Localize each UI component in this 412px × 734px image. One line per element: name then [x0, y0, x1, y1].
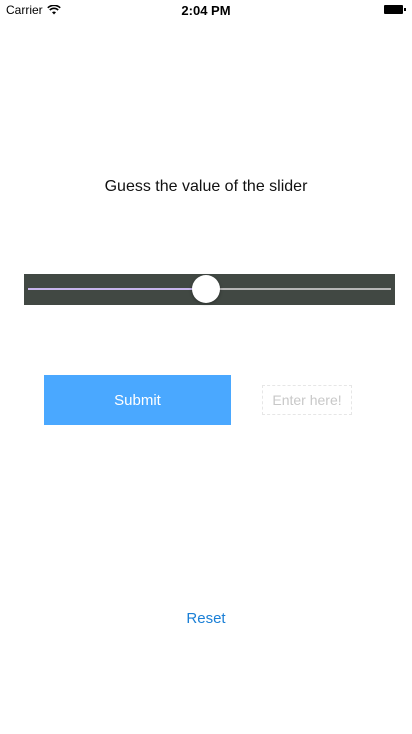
status-time: 2:04 PM — [181, 3, 231, 18]
slider-minimum-track — [28, 288, 207, 290]
value-slider[interactable] — [24, 274, 395, 305]
reset-button[interactable]: Reset — [0, 610, 412, 627]
app-screen: Carrier 2:04 PM Guess the value of the s… — [0, 0, 412, 734]
guess-input[interactable] — [262, 385, 352, 415]
battery-icon — [384, 5, 406, 14]
slider-maximum-track — [206, 288, 391, 290]
submit-button[interactable]: Submit — [44, 375, 231, 425]
status-bar: Carrier 2:04 PM — [0, 0, 412, 20]
slider-thumb[interactable] — [192, 275, 221, 303]
prompt-label: Guess the value of the slider — [104, 178, 308, 195]
